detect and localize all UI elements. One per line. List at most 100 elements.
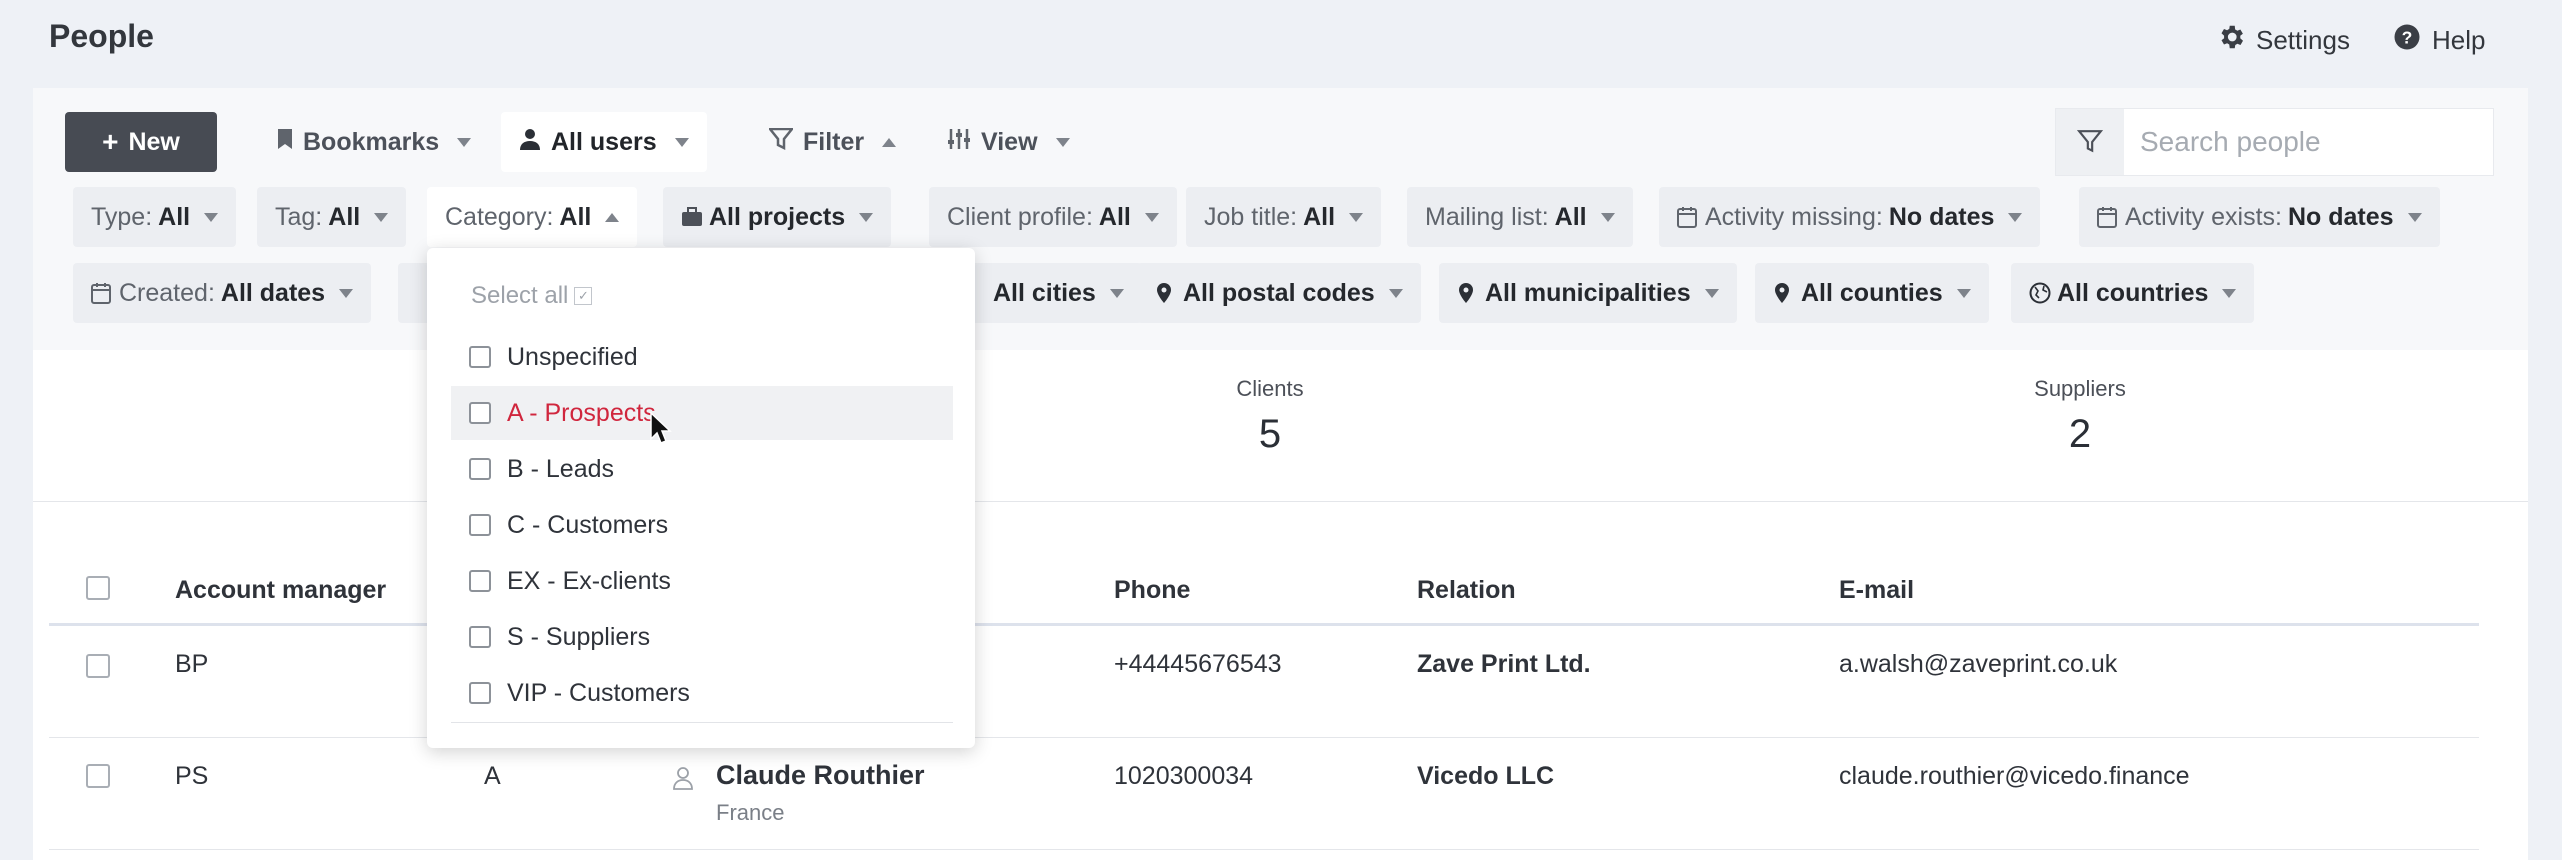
dropdown-divider <box>451 722 953 723</box>
filter-job-title[interactable]: Job title: All <box>1186 187 1382 247</box>
row-phone[interactable]: +44445676543 <box>1114 650 1282 679</box>
filter-projects[interactable]: All projects <box>663 187 892 247</box>
stat-suppliers[interactable]: Suppliers 2 <box>2000 376 2160 457</box>
filter-mailing-list[interactable]: Mailing list: All <box>1407 187 1633 247</box>
bookmarks-button[interactable]: Bookmarks <box>259 112 489 172</box>
toolbar: + New Bookmarks All users Filter View Se… <box>33 88 2528 350</box>
category-option-c-customers[interactable]: C - Customers <box>451 498 953 552</box>
help-icon: ? <box>2392 22 2422 59</box>
chevron-down-icon <box>1055 137 1070 147</box>
table-header: Account manager Phone Relation E-mail <box>49 548 2479 626</box>
chevron-up-icon <box>605 212 620 222</box>
table-row[interactable]: PS A Claude Routhier France 1020300034 V… <box>49 738 2479 850</box>
column-phone[interactable]: Phone <box>1114 576 1190 605</box>
filter-button[interactable]: Filter <box>751 112 914 172</box>
check-icon: ✓ <box>574 287 593 305</box>
chevron-down-icon <box>1956 288 1971 298</box>
option-label: A - Prospects <box>507 398 656 427</box>
chevron-down-icon <box>1388 288 1403 298</box>
option-checkbox[interactable] <box>469 514 491 536</box>
column-account-manager[interactable]: Account manager <box>175 576 386 605</box>
category-option-unspecified[interactable]: Unspecified <box>451 330 953 384</box>
filter-tag[interactable]: Tag: All <box>257 187 407 247</box>
row-checkbox[interactable] <box>86 654 110 678</box>
briefcase-icon <box>681 206 703 228</box>
filter-job-title-label: Job title: <box>1204 202 1298 231</box>
stat-clients[interactable]: Clients 5 <box>1190 376 1350 457</box>
filter-client-profile[interactable]: Client profile: All <box>929 187 1177 247</box>
category-option-ex-clients[interactable]: EX - Ex-clients <box>451 554 953 608</box>
filter-job-title-value: All <box>1303 202 1336 231</box>
settings-link[interactable]: Settings <box>2216 22 2350 59</box>
filter-activity-missing-label: Activity missing: <box>1705 202 1883 231</box>
view-button[interactable]: View <box>929 112 1088 172</box>
users-button[interactable]: All users <box>501 112 707 172</box>
option-checkbox[interactable] <box>469 346 491 368</box>
filter-countries-value: All countries <box>2057 278 2209 307</box>
filter-client-profile-label: Client profile: <box>947 202 1093 231</box>
filter-type[interactable]: Type: All <box>73 187 237 247</box>
option-label: C - Customers <box>507 510 669 539</box>
page-title: People <box>49 18 154 54</box>
mouse-cursor-icon <box>650 411 672 451</box>
filter-type-value: All <box>158 202 191 231</box>
new-button[interactable]: + New <box>65 112 217 172</box>
search-input[interactable]: Search people <box>2124 126 2321 158</box>
option-label: S - Suppliers <box>507 622 651 651</box>
search-filter-icon[interactable] <box>2056 109 2124 175</box>
row-email[interactable]: a.walsh@zaveprint.co.uk <box>1839 650 2117 679</box>
filter-activity-exists-label: Activity exists: <box>2125 202 2282 231</box>
filter-type-label: Type: <box>91 202 153 231</box>
filter-activity-exists[interactable]: Activity exists: No dates <box>2079 187 2440 247</box>
filter-category[interactable]: Category: All <box>427 187 638 247</box>
table-row[interactable]: BP +44445676543 Zave Print Ltd. a.walsh@… <box>49 626 2479 738</box>
filter-countries[interactable]: All countries <box>2011 263 2255 323</box>
help-link[interactable]: ? Help <box>2392 22 2485 59</box>
filter-created[interactable]: Created: All dates <box>73 263 372 323</box>
option-label: Unspecified <box>507 342 638 371</box>
row-checkbox[interactable] <box>86 764 110 788</box>
option-checkbox[interactable] <box>469 458 491 480</box>
column-relation[interactable]: Relation <box>1417 576 1516 605</box>
filter-mailing-list-label: Mailing list: <box>1425 202 1549 231</box>
select-all-rows-checkbox[interactable] <box>86 576 110 600</box>
user-icon <box>519 128 541 157</box>
chevron-down-icon <box>374 212 389 222</box>
category-option-s-suppliers[interactable]: S - Suppliers <box>451 610 953 664</box>
category-option-b-leads[interactable]: B - Leads <box>451 442 953 496</box>
filter-postal-codes-value: All postal codes <box>1183 278 1375 307</box>
globe-icon <box>2029 282 2051 304</box>
filter-postal-codes[interactable]: All postal codes <box>1137 263 1421 323</box>
category-option-a-prospects[interactable]: A - Prospects <box>451 386 953 440</box>
filter-cities-value: All cities <box>993 278 1096 307</box>
search-box[interactable]: Search people <box>2055 108 2494 176</box>
option-checkbox[interactable] <box>469 682 491 704</box>
select-all-option[interactable]: Select all ✓ <box>471 282 593 310</box>
option-checkbox[interactable] <box>469 626 491 648</box>
row-relation[interactable]: Zave Print Ltd. <box>1417 650 1591 679</box>
chevron-down-icon <box>2222 288 2237 298</box>
row-account-manager: PS <box>175 762 209 790</box>
stat-clients-label: Clients <box>1236 376 1304 401</box>
filter-counties[interactable]: All counties <box>1755 263 1989 323</box>
map-pin-icon <box>1457 282 1479 304</box>
svg-text:?: ? <box>2402 27 2413 47</box>
row-email[interactable]: claude.routhier@vicedo.finance <box>1839 762 2190 791</box>
column-email[interactable]: E-mail <box>1839 576 1914 605</box>
option-checkbox[interactable] <box>469 570 491 592</box>
chevron-down-icon <box>1704 288 1719 298</box>
row-relation[interactable]: Vicedo LLC <box>1417 762 1554 791</box>
filter-activity-missing[interactable]: Activity missing: No dates <box>1659 187 2041 247</box>
filter-municipalities[interactable]: All municipalities <box>1439 263 1737 323</box>
filter-mailing-list-value: All <box>1554 202 1587 231</box>
gear-icon <box>2216 22 2246 59</box>
row-phone[interactable]: 1020300034 <box>1114 762 1253 791</box>
sliders-icon <box>947 128 971 157</box>
view-label: View <box>981 127 1038 156</box>
category-option-vip-customers[interactable]: VIP - Customers <box>451 666 953 720</box>
filter-category-value: All <box>559 202 592 231</box>
calendar-icon <box>2097 206 2119 228</box>
filter-tag-value: All <box>328 202 361 231</box>
option-checkbox[interactable] <box>469 402 491 424</box>
row-name[interactable]: Claude Routhier <box>716 760 925 791</box>
